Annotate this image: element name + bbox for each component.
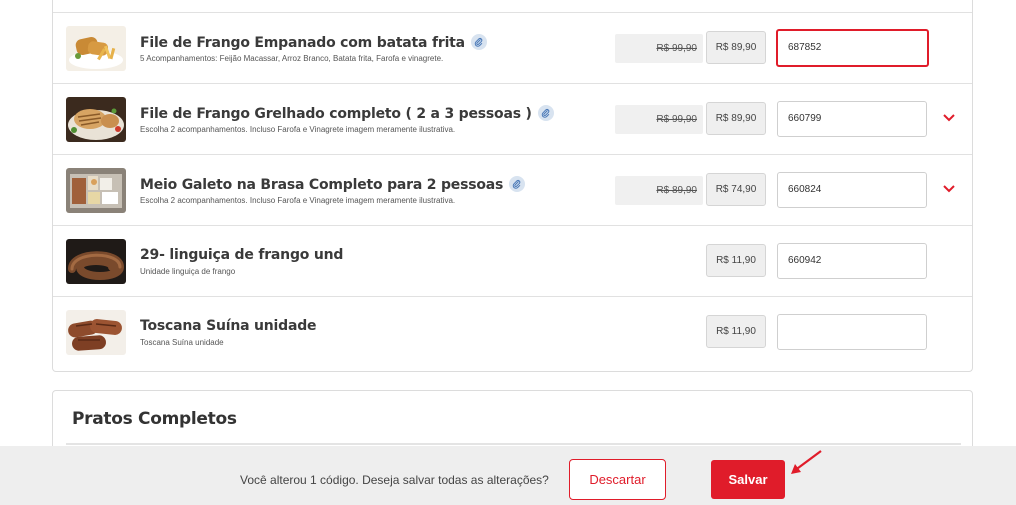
- old-price: R$ 99,90: [615, 105, 703, 134]
- attachment-icon[interactable]: [509, 176, 526, 192]
- discard-button[interactable]: Descartar: [569, 459, 666, 500]
- price-box: R$ 11,90: [706, 315, 766, 348]
- product-image-galeto: [66, 168, 126, 213]
- chevron-down-icon[interactable]: [942, 184, 956, 194]
- product-row: File de Frango Grelhado completo ( 2 a 3…: [53, 83, 972, 154]
- product-description: Toscana Suína unidade: [140, 338, 224, 347]
- chevron-down-icon[interactable]: [942, 113, 956, 123]
- price-box: R$ 89,90: [706, 102, 766, 135]
- product-title: File de Frango Grelhado completo ( 2 a 3…: [140, 105, 554, 122]
- old-price: R$ 99,90: [615, 34, 703, 63]
- product-title: 29- linguiça de frango und: [140, 247, 344, 263]
- product-image-grilled-chicken: [66, 97, 126, 142]
- product-image-breaded-chicken: [66, 26, 126, 71]
- page: File de Frango Empanado com batata frita…: [0, 0, 1016, 505]
- price-box: R$ 89,90: [706, 31, 766, 64]
- product-row: Meio Galeto na Brasa Completo para 2 pes…: [53, 154, 972, 225]
- price-box: R$ 74,90: [706, 173, 766, 206]
- product-description: Escolha 2 acompanhamentos. Incluso Farof…: [140, 125, 456, 134]
- product-image-toscana: [66, 310, 126, 355]
- pdv-code-input[interactable]: 660942: [777, 243, 927, 279]
- product-title: Toscana Suína unidade: [140, 318, 317, 334]
- old-price: R$ 89,90: [615, 176, 703, 205]
- product-row: 29- linguiça de frango und Unidade lingu…: [53, 225, 972, 296]
- save-changes-bar: Você alterou 1 código. Deseja salvar tod…: [0, 446, 1016, 505]
- product-title: File de Frango Empanado com batata frita: [140, 34, 487, 51]
- product-description: Escolha 2 acompanhamentos. Incluso Farof…: [140, 196, 456, 205]
- save-button[interactable]: Salvar: [711, 460, 785, 499]
- pdv-code-input[interactable]: 660799: [777, 101, 927, 137]
- price-box: R$ 11,90: [706, 244, 766, 277]
- section-divider: [66, 443, 961, 445]
- pdv-code-input[interactable]: [777, 314, 927, 350]
- product-row: Toscana Suína unidade Toscana Suína unid…: [53, 296, 972, 367]
- section-title: Pratos Completos: [72, 409, 237, 429]
- attachment-icon[interactable]: [470, 34, 487, 50]
- pdv-code-input[interactable]: 660824: [777, 172, 927, 208]
- product-title: Meio Galeto na Brasa Completo para 2 pes…: [140, 176, 526, 193]
- product-row: File de Frango Empanado com batata frita…: [53, 12, 972, 83]
- pdv-code-input[interactable]: 687852: [776, 29, 929, 67]
- product-description: 5 Acompanhamentos: Feijão Macassar, Arro…: [140, 54, 444, 63]
- product-image-sausage: [66, 239, 126, 284]
- unsaved-changes-message: Você alterou 1 código. Deseja salvar tod…: [240, 473, 549, 487]
- annotation-arrow-icon: [791, 450, 822, 474]
- product-description: Unidade linguiça de frango: [140, 267, 236, 276]
- product-list-card: File de Frango Empanado com batata frita…: [52, 0, 973, 372]
- attachment-icon[interactable]: [537, 105, 554, 121]
